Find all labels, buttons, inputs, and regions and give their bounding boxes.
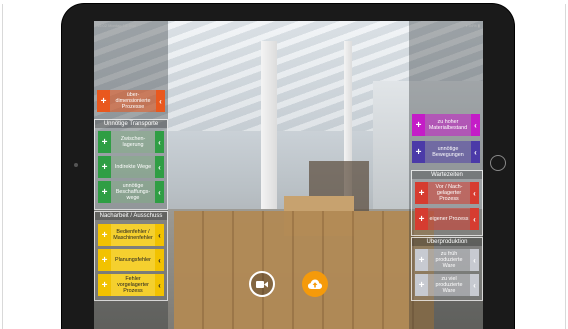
camera-viewfinder: 15:02 Montag 16. Mai ▾ 54% ▮ + über-dime…	[94, 21, 483, 329]
home-button[interactable]	[490, 155, 506, 171]
card-label: Vor / Nach-gelagerter Prozess	[428, 182, 470, 204]
page-border-right	[565, 4, 566, 329]
card-label: unnötige Bewegungen	[425, 141, 471, 163]
pillar	[261, 41, 277, 231]
chevron-left-icon[interactable]: ‹	[155, 249, 164, 271]
video-camera-icon	[256, 280, 268, 288]
card-own-process[interactable]: + eigener Prozess ‹	[415, 208, 479, 230]
plus-icon[interactable]: +	[98, 131, 111, 153]
plus-icon[interactable]: +	[415, 274, 428, 296]
plus-icon[interactable]: +	[412, 114, 425, 136]
chevron-left-icon[interactable]: ‹	[155, 156, 164, 178]
group-title: Unnötige Transporte	[95, 120, 167, 128]
group-title: Wartezeiten	[412, 171, 482, 179]
page-border-left	[2, 4, 3, 329]
card-label: Indirekte Wege	[111, 156, 155, 178]
chevron-left-icon[interactable]: ‹	[155, 224, 164, 246]
chevron-left-icon[interactable]: ‹	[470, 249, 479, 271]
card-label: Fehler vorgelagerter Prozess	[111, 274, 155, 296]
card-indirect-routes[interactable]: + Indirekte Wege ‹	[98, 156, 164, 178]
plus-icon[interactable]: +	[415, 182, 428, 204]
group-waiting: Wartezeiten + Vor / Nach-gelagerter Proz…	[411, 170, 483, 236]
chevron-left-icon[interactable]: ‹	[470, 274, 479, 296]
card-label: unnötige Beschaffungs-wege	[111, 181, 155, 203]
card-label: zu früh produzierte Ware	[428, 249, 470, 271]
card-label: eigener Prozess	[428, 208, 470, 230]
chevron-left-icon[interactable]: ‹	[155, 181, 164, 203]
plus-icon[interactable]: +	[98, 156, 111, 178]
upload-button[interactable]	[302, 271, 328, 297]
plus-icon[interactable]: +	[98, 181, 111, 203]
card-operator-machine-error[interactable]: + Bedienfehler / Maschinenfehler ‹	[98, 224, 164, 246]
card-produced-too-early[interactable]: + zu früh produzierte Ware ‹	[415, 249, 479, 271]
card-label: zu viel produzierte Ware	[428, 274, 470, 296]
plus-icon[interactable]: +	[97, 90, 110, 112]
group-transport: Unnötige Transporte + Zwischen-lagerung …	[94, 119, 168, 210]
video-record-button[interactable]	[249, 271, 275, 297]
plus-icon[interactable]: +	[415, 208, 428, 230]
card-label: Bedienfehler / Maschinenfehler	[111, 224, 155, 246]
right-panel: + zu hoher Materialbestand ‹ + unnötige …	[409, 21, 483, 329]
card-excess-inventory[interactable]: + zu hoher Materialbestand ‹	[412, 114, 480, 136]
card-label: Planungsfehler	[111, 249, 155, 271]
card-intermediate-storage[interactable]: + Zwischen-lagerung ‹	[98, 131, 164, 153]
plus-icon[interactable]: +	[98, 274, 111, 296]
card-planning-error[interactable]: + Planungsfehler ‹	[98, 249, 164, 271]
card-procurement-routes[interactable]: + unnötige Beschaffungs-wege ‹	[98, 181, 164, 203]
chevron-left-icon[interactable]: ‹	[471, 141, 480, 163]
group-title: Überproduktion	[412, 238, 482, 246]
card-oversized-processes[interactable]: + über-dimensionierte Prozesse ‹	[97, 90, 165, 112]
plus-icon[interactable]: +	[415, 249, 428, 271]
chevron-left-icon[interactable]: ‹	[156, 90, 165, 112]
cloud-upload-icon	[308, 279, 322, 289]
chevron-left-icon[interactable]: ‹	[155, 274, 164, 296]
card-label: zu hoher Materialbestand	[425, 114, 471, 136]
chevron-left-icon[interactable]: ‹	[470, 182, 479, 204]
card-unnecessary-movements[interactable]: + unnötige Bewegungen ‹	[412, 141, 480, 163]
card-label: Zwischen-lagerung	[111, 131, 155, 153]
card-label: über-dimensionierte Prozesse	[110, 90, 156, 112]
group-rework: Nacharbeit / Ausschuss + Bedienfehler / …	[94, 211, 168, 301]
group-title: Nacharbeit / Ausschuss	[95, 212, 167, 220]
card-upstream-error[interactable]: + Fehler vorgelagerter Prozess ‹	[98, 274, 164, 296]
box-pallets	[174, 211, 434, 329]
plus-icon[interactable]: +	[412, 141, 425, 163]
card-upstream-downstream[interactable]: + Vor / Nach-gelagerter Prozess ‹	[415, 182, 479, 204]
chevron-left-icon[interactable]: ‹	[155, 131, 164, 153]
group-overproduction: Überproduktion + zu früh produzierte War…	[411, 237, 483, 301]
plus-icon[interactable]: +	[98, 224, 111, 246]
card-produced-too-much[interactable]: + zu viel produzierte Ware ‹	[415, 274, 479, 296]
front-camera-icon	[74, 163, 78, 167]
plus-icon[interactable]: +	[98, 249, 111, 271]
chevron-left-icon[interactable]: ‹	[470, 208, 479, 230]
chevron-left-icon[interactable]: ‹	[471, 114, 480, 136]
left-panel: + über-dimensionierte Prozesse ‹ Unnötig…	[94, 21, 168, 329]
